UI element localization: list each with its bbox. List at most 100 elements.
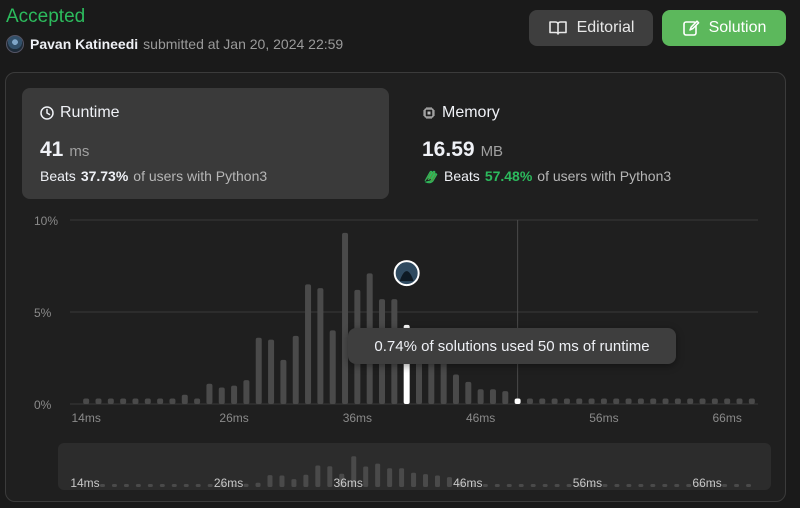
memory-title[interactable]: Memory	[422, 104, 500, 122]
submitted-at: submitted at Jan 20, 2024 22:59	[143, 36, 344, 52]
chart-bar[interactable]	[305, 284, 312, 404]
runtime-title: Runtime	[40, 104, 120, 122]
chart-bar[interactable]	[452, 374, 459, 404]
mini-chart-bar	[303, 474, 309, 487]
solution-label: Solution	[708, 19, 767, 36]
chart-bar[interactable]	[600, 398, 607, 404]
chart-bar[interactable]	[231, 385, 238, 404]
chart-bar[interactable]	[613, 398, 620, 404]
mini-chart-bar	[662, 484, 668, 487]
chart-bar[interactable]	[625, 398, 632, 404]
x-tick-label: 66ms	[713, 411, 742, 425]
chart-bar[interactable]	[502, 391, 509, 404]
mini-chart-bar	[602, 484, 608, 487]
chart-bar[interactable]	[218, 387, 225, 404]
chart-bar[interactable]	[292, 335, 299, 404]
chart-bar[interactable]	[107, 398, 114, 404]
user-name[interactable]: Pavan Katineedi	[30, 36, 138, 52]
chart-bar[interactable]	[268, 339, 275, 404]
chart-bar[interactable]	[687, 398, 694, 404]
runtime-title-label: Runtime	[60, 104, 120, 121]
mini-chart-bar	[183, 484, 189, 487]
mini-chart-bar	[387, 468, 393, 487]
chart-bar[interactable]	[539, 398, 546, 404]
memory-unit: MB	[480, 143, 504, 160]
chart-bar[interactable]	[514, 398, 521, 404]
user-avatar[interactable]	[6, 35, 24, 53]
runtime-value: 41 ms	[40, 138, 89, 162]
mini-chart-bar	[135, 484, 141, 487]
chart-bar[interactable]	[342, 232, 349, 404]
x-tick-label: 14ms	[71, 411, 100, 425]
mini-chart-bar	[399, 468, 405, 487]
mini-chart-bar	[159, 484, 165, 487]
chart-bar[interactable]	[169, 398, 176, 404]
chart-bar[interactable]	[563, 398, 570, 404]
chart-bar[interactable]	[489, 389, 496, 404]
editorial-label: Editorial	[576, 19, 635, 36]
mini-chart-bar	[363, 466, 369, 487]
mini-chart-bar	[650, 484, 656, 487]
mini-chart-bar	[746, 484, 752, 487]
mini-chart-bar	[147, 484, 153, 487]
chart-bar[interactable]	[477, 389, 484, 404]
x-tick-label: 56ms	[589, 411, 618, 425]
chart-bar[interactable]	[736, 398, 743, 404]
chart-bar[interactable]	[465, 381, 472, 404]
chart-bar[interactable]	[699, 398, 706, 404]
chart-bar[interactable]	[588, 398, 595, 404]
chart-bar[interactable]	[95, 398, 102, 404]
mini-chart-bar	[267, 475, 273, 487]
mini-chart-bar	[315, 465, 321, 487]
chart-bar[interactable]	[243, 380, 250, 404]
mini-chart-bar	[554, 484, 560, 487]
x-tick-label: 46ms	[466, 411, 495, 425]
chart-bar[interactable]	[255, 337, 262, 404]
chart-bar[interactable]	[317, 288, 324, 404]
chart-bar[interactable]	[724, 398, 731, 404]
mini-chart-bar	[434, 475, 440, 487]
chart-bar[interactable]	[194, 398, 201, 404]
mini-chart-bar	[686, 484, 692, 487]
chart-bar[interactable]	[83, 398, 90, 404]
chart-bar[interactable]	[280, 359, 287, 404]
chart-bar[interactable]	[157, 398, 164, 404]
runtime-beats-pct: 37.73%	[80, 168, 129, 184]
mini-chart-bar	[123, 484, 129, 487]
runtime-unit: ms	[69, 143, 90, 160]
mini-x-tick-label: 26ms	[214, 476, 243, 490]
runtime-beats: Beats 37.73% of users with Python3	[40, 168, 267, 184]
chart-bar[interactable]	[144, 398, 151, 404]
editorial-button[interactable]: Editorial	[529, 10, 653, 46]
solution-button[interactable]: Solution	[662, 10, 786, 46]
mini-chart-bar	[279, 475, 285, 487]
runtime-number: 41	[40, 138, 64, 161]
mini-chart-bar	[446, 477, 452, 487]
chart-bar[interactable]	[329, 330, 336, 404]
chart-bar[interactable]	[748, 398, 755, 404]
chart-bar[interactable]	[576, 398, 583, 404]
y-tick-label: 10%	[34, 214, 58, 228]
chart-bar[interactable]	[674, 398, 681, 404]
memory-beats-label: Beats	[444, 168, 480, 184]
y-tick-label: 5%	[34, 306, 52, 320]
mini-chart-bar	[255, 482, 261, 487]
chart-bar[interactable]	[650, 398, 657, 404]
memory-value: 16.59 MB	[422, 138, 503, 162]
chart-bar[interactable]	[132, 398, 139, 404]
mini-chart-bar	[494, 484, 500, 487]
chart-bar[interactable]	[181, 394, 188, 404]
memory-beats-suffix: of users with Python3	[537, 168, 672, 184]
chart-bar[interactable]	[206, 383, 213, 404]
chart-bar[interactable]	[120, 398, 127, 404]
chart-bar[interactable]	[711, 398, 718, 404]
chart-bar[interactable]	[551, 398, 558, 404]
mini-chart-bar	[530, 484, 536, 487]
chart-bar[interactable]	[637, 398, 644, 404]
mini-chart-bar	[482, 484, 488, 487]
chart-bar[interactable]	[526, 398, 533, 404]
mini-chart-bar	[506, 484, 512, 487]
chart-bar[interactable]	[662, 398, 669, 404]
mini-chart-bar	[614, 484, 620, 487]
mini-chart-bar	[207, 484, 213, 487]
